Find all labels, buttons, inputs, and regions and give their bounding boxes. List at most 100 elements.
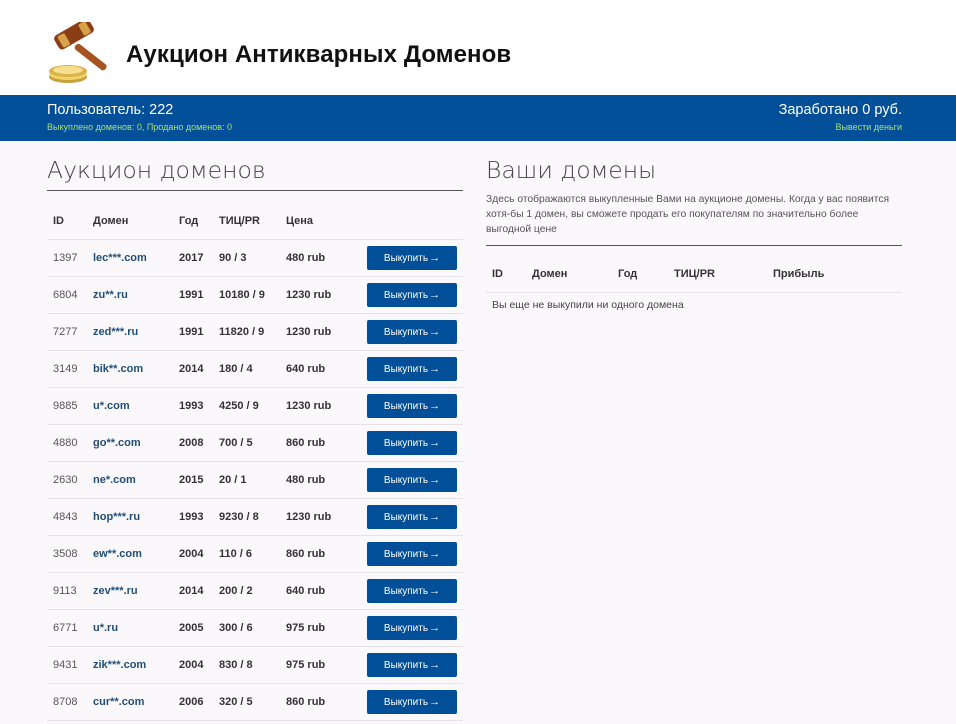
row-tic-pr: 200 / 2 [213,572,280,610]
earned-amount: Заработано 0 руб. [778,102,902,118]
withdraw-link[interactable]: Вывести деньги [835,122,902,132]
row-price: 480 rub [280,239,355,277]
my-domains-section: Ваши домены Здесь отображаются выкупленн… [486,156,902,318]
row-tic-pr: 9230 / 8 [213,498,280,536]
buy-button-label: Выкупить [383,252,429,264]
row-action: Выкупить→ [355,683,463,721]
row-price: 640 rub [280,572,355,610]
column-header-action [355,203,463,240]
table-row: 9431 zik***.com 2004 830 / 8 975 rub Выкупить… [47,646,463,684]
row-tic-pr: 700 / 5 [213,424,280,462]
table-row: 1397 lec***.com 2017 90 / 3 480 rub Выкупить→ [47,239,463,277]
row-year: 2005 [173,609,213,647]
row-id: 2630 [47,461,87,499]
row-id: 9885 [47,387,87,425]
auction-title: Аукцион доменов [47,156,463,191]
row-year: 1993 [173,498,213,536]
row-price: 1230 rub [280,387,355,425]
arrow-right-icon: → [429,436,441,449]
buy-button[interactable]: Выкупить→ [367,245,457,270]
row-price: 860 rub [280,424,355,462]
buy-button-label: Выкупить [383,585,429,597]
table-row: 6804 zu**.ru 1991 10180 / 9 1230 rub Выкупить… [47,276,463,314]
buy-button[interactable]: Выкупить→ [367,430,457,455]
row-id: 3149 [47,350,87,388]
row-action: Выкупить→ [355,572,463,610]
row-id: 9113 [47,572,87,610]
arrow-right-icon: → [429,251,441,264]
buy-button[interactable]: Выкупить→ [367,541,457,566]
auction-section: Аукцион доменов ID Домен Год ТИЦ/PR Цена… [47,156,463,721]
column-header-year: Год [612,256,668,293]
row-year: 2014 [173,572,213,610]
row-price: 1230 rub [280,276,355,314]
row-price: 975 rub [280,609,355,647]
arrow-right-icon: → [429,362,441,375]
table-row: 3508 ew**.com 2004 110 / 6 860 rub Выкупить→ [47,535,463,573]
row-price: 1230 rub [280,313,355,351]
row-price: 1230 rub [280,498,355,536]
buy-button[interactable]: Выкупить→ [367,615,457,640]
buy-button[interactable]: Выкупить→ [367,652,457,677]
row-id: 6804 [47,276,87,314]
row-year: 2004 [173,535,213,573]
row-action: Выкупить→ [355,609,463,647]
my-domains-table: ID Домен Год ТИЦ/PR Прибыль Вы еще не вы… [486,256,902,318]
row-domain: ne*.com [87,461,173,499]
buy-button-label: Выкупить [383,400,429,412]
buy-button[interactable]: Выкупить→ [367,282,457,307]
row-id: 8708 [47,683,87,721]
buy-button-label: Выкупить [383,289,429,301]
row-action: Выкупить→ [355,276,463,314]
buy-button[interactable]: Выкупить→ [367,393,457,418]
row-domain: zu**.ru [87,276,173,314]
row-tic-pr: 11820 / 9 [213,313,280,351]
column-header-domain: Домен [526,256,612,293]
row-action: Выкупить→ [355,535,463,573]
buy-button-label: Выкупить [383,474,429,486]
buy-button[interactable]: Выкупить→ [367,467,457,492]
row-tic-pr: 4250 / 9 [213,387,280,425]
row-price: 640 rub [280,350,355,388]
row-action: Выкупить→ [355,424,463,462]
row-action: Выкупить→ [355,461,463,499]
row-action: Выкупить→ [355,239,463,277]
table-row: 3149 bik**.com 2014 180 / 4 640 rub Выкупить→ [47,350,463,388]
empty-state-text: Вы еще не выкупили ни одного домена [492,299,684,312]
row-domain: zev***.ru [87,572,173,610]
row-domain: go**.com [87,424,173,462]
table-row: 6771 u*.ru 2005 300 / 6 975 rub Выкупить→ [47,609,463,647]
row-domain: zik***.com [87,646,173,684]
column-header-id: ID [486,256,526,293]
buy-button-label: Выкупить [383,659,429,671]
table-row: 9113 zev***.ru 2014 200 / 2 640 rub Выкупить→ [47,572,463,610]
my-domains-header-row: ID Домен Год ТИЦ/PR Прибыль [486,256,902,293]
row-year: 2014 [173,350,213,388]
buy-button[interactable]: Выкупить→ [367,319,457,344]
row-year: 2015 [173,461,213,499]
buy-button[interactable]: Выкупить→ [367,689,457,714]
row-tic-pr: 830 / 8 [213,646,280,684]
row-domain: lec***.com [87,239,173,277]
row-id: 6771 [47,609,87,647]
row-id: 3508 [47,535,87,573]
row-domain: u*.com [87,387,173,425]
row-domain: u*.ru [87,609,173,647]
table-row: 4843 hop***.ru 1993 9230 / 8 1230 rub Выкупит… [47,498,463,536]
row-tic-pr: 320 / 5 [213,683,280,721]
row-action: Выкупить→ [355,313,463,351]
column-header-domain: Домен [87,203,173,240]
table-row: 2630 ne*.com 2015 20 / 1 480 rub Выкупить→ [47,461,463,499]
buy-button[interactable]: Выкупить→ [367,356,457,381]
column-header-tic-pr: ТИЦ/PR [668,256,767,293]
row-id: 7277 [47,313,87,351]
arrow-right-icon: → [429,695,441,708]
column-header-price: Цена [280,203,355,240]
arrow-right-icon: → [429,399,441,412]
buy-button[interactable]: Выкупить→ [367,504,457,529]
column-header-profit: Прибыль [767,256,902,293]
buy-button[interactable]: Выкупить→ [367,578,457,603]
row-year: 2006 [173,683,213,721]
row-action: Выкупить→ [355,498,463,536]
row-action: Выкупить→ [355,350,463,388]
